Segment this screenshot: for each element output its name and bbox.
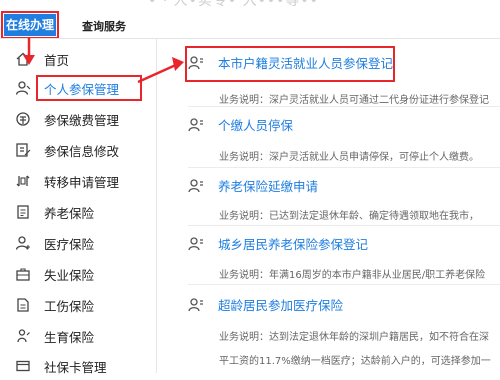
service-description-continued: 平工资的11.7%缴纳一档医疗；达龄前入户的，可选择参加一 [219, 356, 491, 367]
sidebar-item-transfer[interactable]: 转移申请管理 [0, 167, 156, 195]
edit-icon [16, 143, 31, 157]
tab-online-services[interactable]: 在线办理 [1, 11, 59, 39]
person-icon [15, 81, 31, 95]
divider [188, 106, 500, 107]
service-description: 业务说明：深户灵活就业人员可通过二代身份证进行参保登记 [219, 95, 489, 106]
tab-query-services[interactable]: 查询服务 [82, 18, 126, 34]
sidebar-item-label: 社保卡管理 [44, 360, 107, 375]
file-icon [17, 298, 29, 312]
person-list-icon [188, 237, 203, 251]
sidebar-item-home[interactable]: 首页 [0, 45, 156, 73]
page-heading-faint: • · 人•实专• 入•••等•• [148, 0, 319, 9]
top-bar: • · 人•实专• 入•••等•• 在线办理 查询服务 [0, 0, 500, 39]
divider [188, 225, 500, 226]
service-title[interactable]: 本市户籍灵活就业人员参保登记 [218, 53, 393, 72]
briefcase-icon [16, 268, 30, 281]
highlight-box-sidebar [36, 75, 142, 101]
medical-person-icon [15, 236, 30, 250]
sidebar-item-label: 生育保险 [44, 330, 95, 345]
service-description: 业务说明：达到法定退休年龄的深圳户籍居民，如不符合在深 [219, 332, 489, 343]
sidebar-item-label: 转移申请管理 [44, 175, 120, 190]
person-list-icon [188, 118, 203, 132]
service-item[interactable]: 本市户籍灵活就业人员参保登记 [188, 53, 500, 75]
service-description: 业务说明：年满16周岁的本市户籍非从业居民/职工养老保险 [219, 270, 486, 281]
person-list-icon [188, 298, 203, 312]
divider [188, 284, 500, 285]
sidebar-item-label: 参保缴费管理 [44, 113, 120, 128]
baby-icon [17, 329, 30, 343]
sidebar-item-payment[interactable]: 参保缴费管理 [0, 105, 156, 133]
sidebar-item-label: 医疗保险 [44, 237, 95, 252]
service-item[interactable]: 个缴人员停保 [188, 115, 500, 137]
sidebar-item-label: 首页 [44, 53, 70, 68]
transfer-icon [16, 175, 30, 187]
service-item[interactable]: 养老保险延缴申请 [188, 176, 500, 198]
person-list-icon [188, 179, 203, 193]
sidebar-item-medical[interactable]: 医疗保险 [0, 229, 156, 257]
sidebar-item-card[interactable]: 社保卡管理 [0, 352, 156, 380]
service-description: 业务说明：深户灵活就业人员申请停保，可停止个人缴费。 [219, 152, 479, 163]
divider [188, 167, 500, 168]
service-description: 业务说明：已达到法定退休年龄、确定待遇领取地在我市， [219, 211, 479, 222]
sidebar: 首页 个人参保管理 参保缴费管理 参保信息修改 转移申请管理 养老保险 医疗保险… [0, 39, 157, 375]
service-title[interactable]: 养老保险延缴申请 [218, 176, 318, 195]
card-icon [16, 360, 30, 372]
service-list: 本市户籍灵活就业人员参保登记 业务说明：深户灵活就业人员可通过二代身份证进行参保… [175, 39, 500, 373]
sidebar-item-label: 参保信息修改 [44, 144, 120, 159]
service-title[interactable]: 个缴人员停保 [218, 115, 293, 134]
service-title[interactable]: 超龄居民参加医疗保险 [218, 295, 343, 314]
person-list-icon [188, 56, 203, 70]
sidebar-item-pension[interactable]: 养老保险 [0, 198, 156, 226]
service-item[interactable]: 城乡居民养老保险参保登记 [188, 234, 500, 256]
sidebar-item-maternity[interactable]: 生育保险 [0, 322, 156, 350]
document-icon [17, 205, 29, 219]
sidebar-item-info-edit[interactable]: 参保信息修改 [0, 136, 156, 164]
sidebar-item-label: 工伤保险 [44, 299, 95, 314]
sidebar-item-label: 养老保险 [44, 206, 95, 221]
sidebar-item-label: 失业保险 [44, 268, 95, 283]
service-title[interactable]: 城乡居民养老保险参保登记 [218, 234, 368, 253]
sidebar-item-unemployment[interactable]: 失业保险 [0, 260, 156, 288]
home-icon [16, 52, 30, 66]
coin-icon [16, 112, 30, 126]
sidebar-item-injury[interactable]: 工伤保险 [0, 291, 156, 319]
service-item[interactable]: 超龄居民参加医疗保险 [188, 295, 500, 317]
